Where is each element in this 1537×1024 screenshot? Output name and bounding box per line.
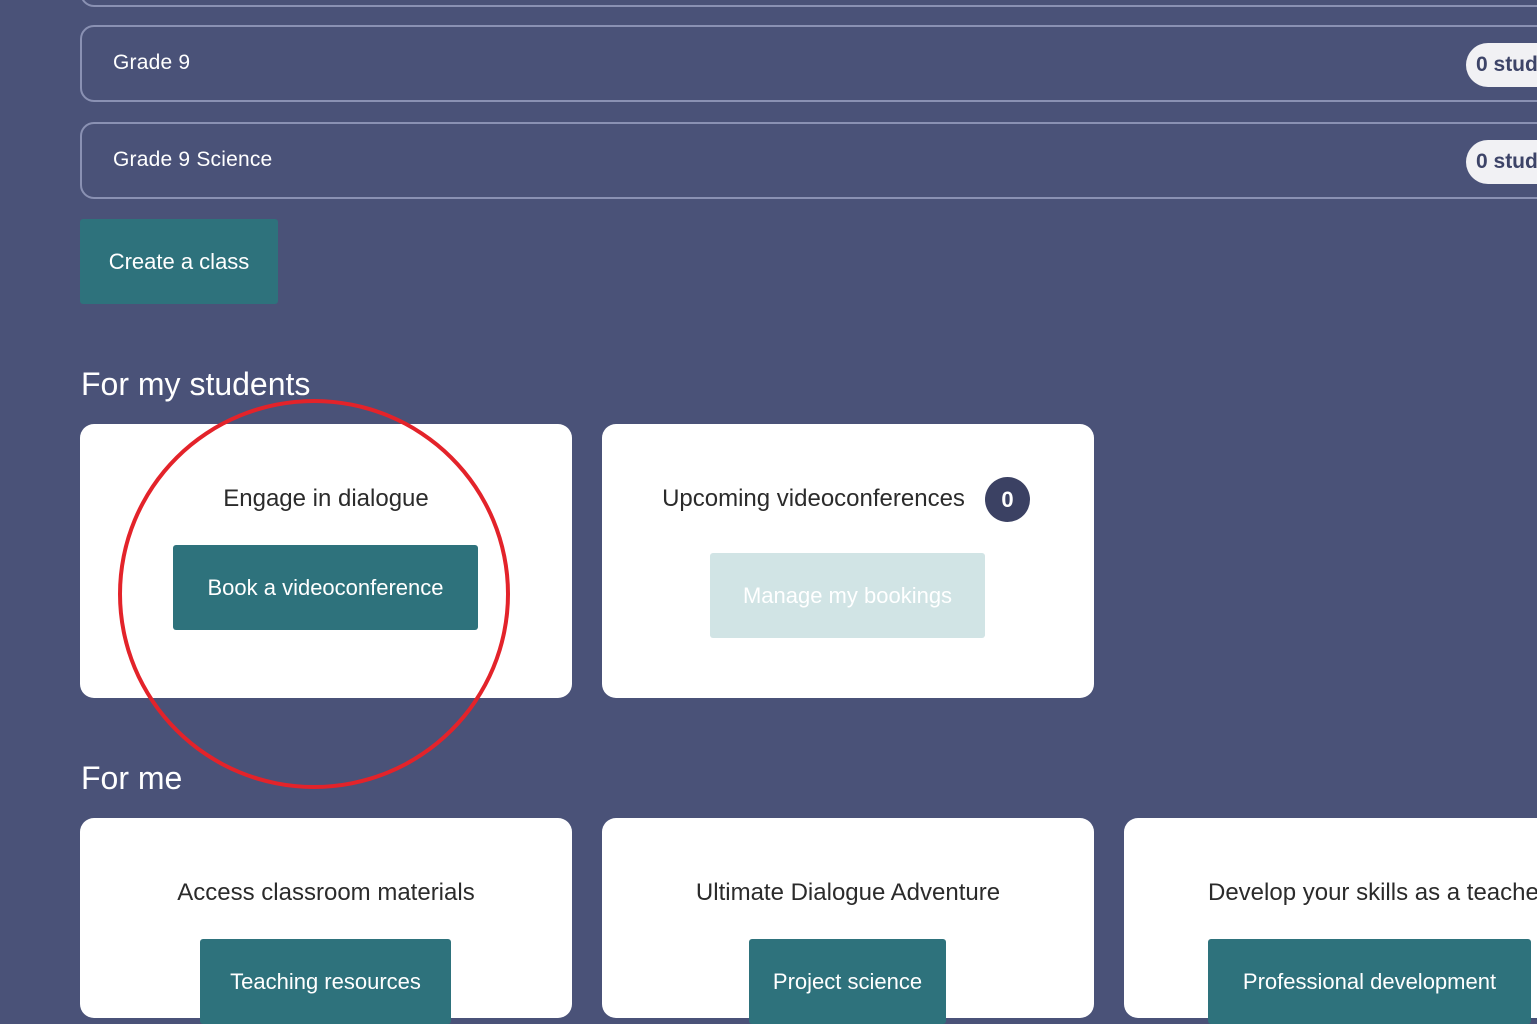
section-title-for-me: For me [81,760,183,796]
create-class-button[interactable]: Create a class [80,219,278,304]
manage-bookings-button[interactable]: Manage my bookings [710,553,985,638]
card-title: Develop your skills as a teacher [1208,879,1537,906]
develop-skills-card: Develop your skills as a teacher Profess… [1124,818,1537,1024]
card-title: Engage in dialogue [223,485,429,512]
classroom-materials-card: Access classroom materials Teaching reso… [80,818,572,1024]
teaching-resources-button[interactable]: Teaching resources [200,939,451,1024]
class-name: Grade 9 [113,51,191,74]
class-name: Grade 9 Science [113,148,273,171]
professional-development-button[interactable]: Professional development [1208,939,1531,1024]
project-science-button[interactable]: Project science [749,939,946,1024]
class-row-grade-9-science[interactable]: Grade 9 Science 0 students [80,122,1537,199]
card-title: Access classroom materials [177,879,475,906]
engage-dialogue-card: Engage in dialogue Book a videoconferenc… [80,424,572,698]
videoconference-count-badge: 0 [985,477,1030,522]
student-count-badge: 0 students [1466,140,1537,184]
book-videoconference-button[interactable]: Book a videoconference [173,545,478,630]
class-row-grade-9[interactable]: Grade 9 0 students [80,25,1537,102]
ultimate-dialogue-adventure-card: Ultimate Dialogue Adventure Project scie… [602,818,1094,1024]
card-title: Ultimate Dialogue Adventure [695,879,1001,906]
section-title-for-my-students: For my students [81,366,311,402]
upcoming-videoconferences-card: Upcoming videoconferences 0 Manage my bo… [602,424,1094,698]
student-count-badge: 0 students [1466,43,1537,87]
class-row[interactable] [80,0,1537,7]
